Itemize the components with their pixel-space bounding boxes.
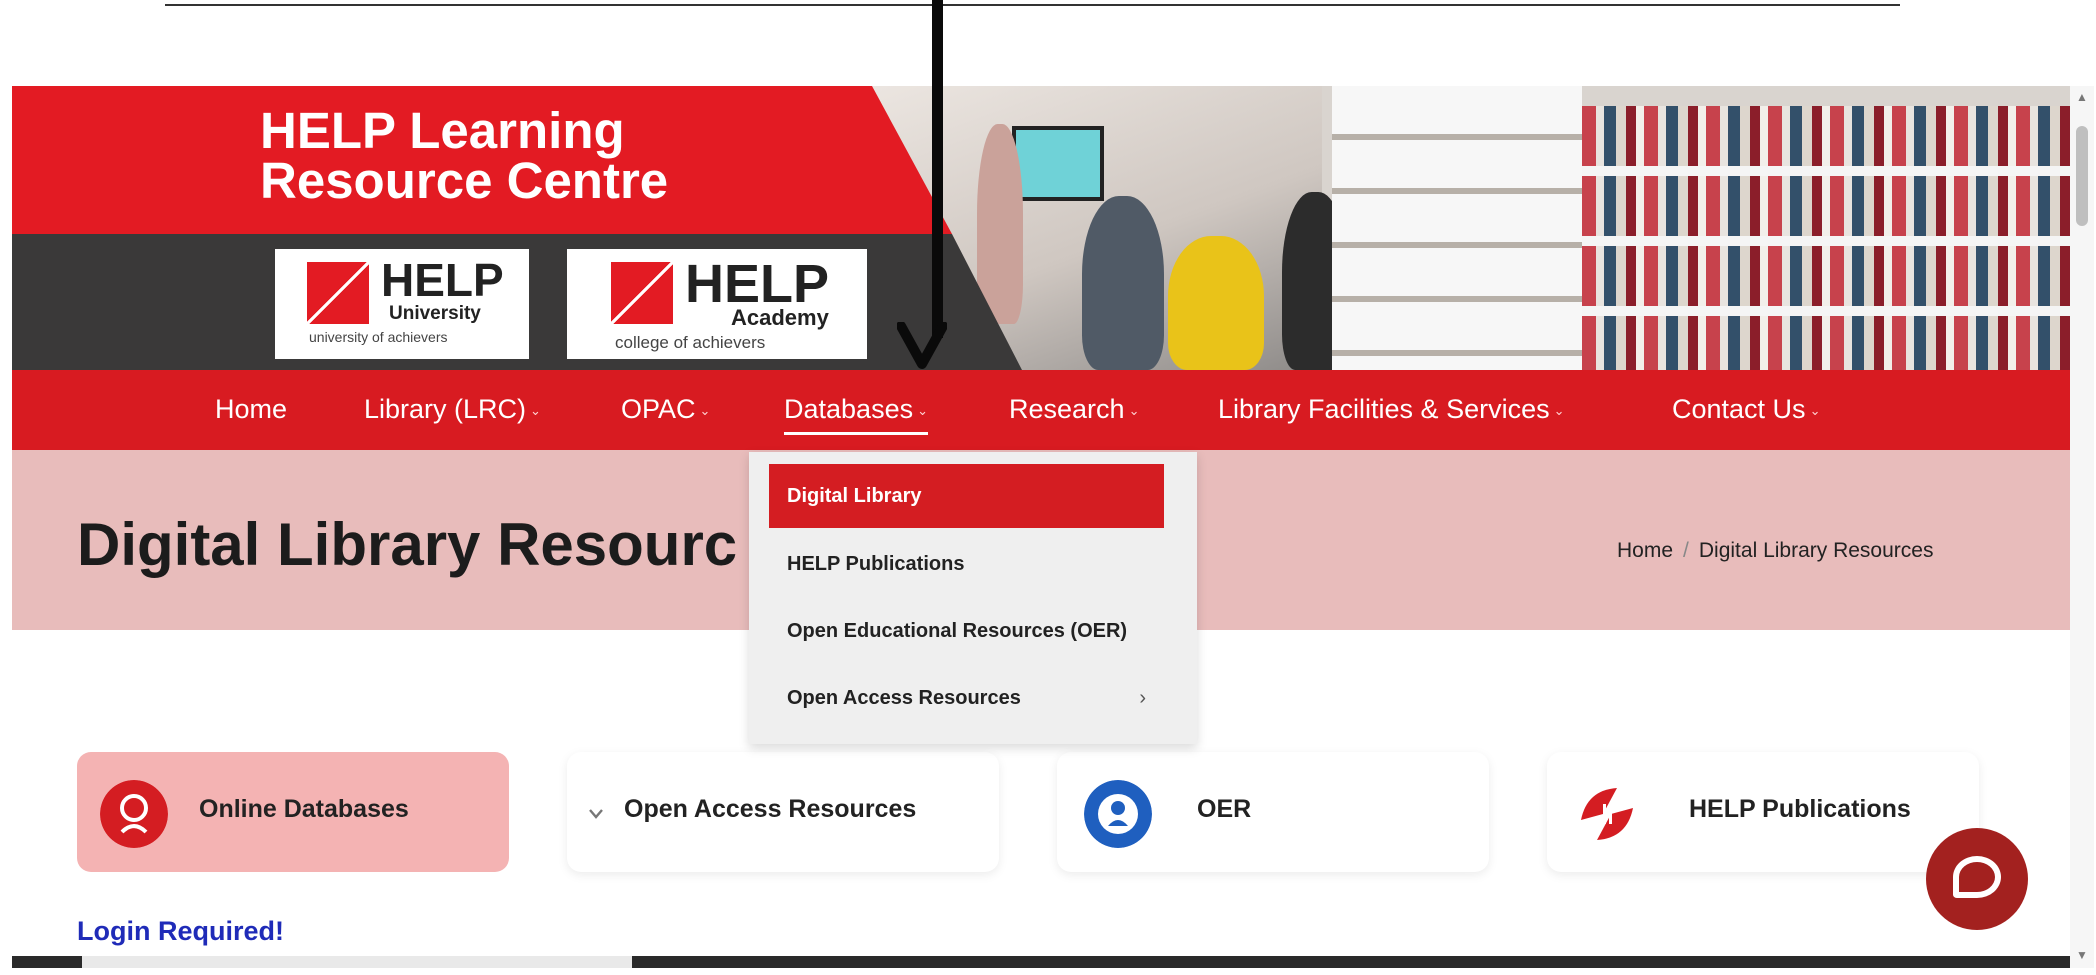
nav-opac[interactable]: OPAC ⌄ (621, 392, 710, 428)
chevron-down-icon: ⌄ (530, 402, 541, 418)
nav-research[interactable]: Research ⌄ (1009, 392, 1139, 428)
databases-dropdown-menu: Digital Library HELP Publications Open E… (749, 452, 1197, 744)
breadcrumb-home[interactable]: Home (1617, 539, 1673, 562)
annotation-arrow-icon (897, 322, 947, 369)
login-required-notice: Login Required! (77, 916, 284, 946)
screen-image (1012, 126, 1104, 201)
chevron-down-icon: ⌄ (1553, 402, 1565, 418)
site-header: HELP Learning Resource Centre HELP Unive… (12, 86, 2070, 370)
card-online-databases[interactable]: Online Databases (77, 752, 509, 872)
chat-icon (1953, 856, 2001, 898)
menu-item-help-publications[interactable]: HELP Publications (769, 532, 1164, 596)
chevron-down-icon: ⌄ (1809, 402, 1821, 418)
card-help-publications[interactable]: HELP Publications (1547, 752, 1979, 872)
nav-library-lrc[interactable]: Library (LRC) ⌄ (364, 392, 541, 428)
card-open-access-resources[interactable]: Open Access Resources (567, 752, 999, 872)
nav-home[interactable]: Home (215, 392, 287, 426)
chevron-down-icon: ⌄ (699, 402, 711, 418)
header-photo (862, 86, 2070, 370)
open-access-icon (589, 809, 603, 819)
nav-databases[interactable]: Databases ⌄ (784, 392, 928, 435)
oer-icon (1084, 780, 1152, 848)
chat-button[interactable] (1926, 828, 2028, 930)
help-logo-mark (611, 262, 673, 324)
scroll-up-icon[interactable]: ▲ (2076, 90, 2088, 104)
menu-item-digital-library[interactable]: Digital Library (769, 464, 1164, 528)
chevron-right-icon: › (1139, 687, 1146, 709)
bottom-strip-panel (82, 956, 632, 968)
help-publications-icon (1581, 788, 1633, 840)
nav-contact-us[interactable]: Contact Us ⌄ (1672, 392, 1820, 428)
breadcrumb-current: Digital Library Resources (1698, 539, 1934, 562)
browser-viewport: HELP Learning Resource Centre HELP Unive… (12, 86, 2070, 968)
main-nav: Home Library (LRC) ⌄ OPAC ⌄ Databases ⌄ Res… (12, 370, 2070, 450)
card-oer[interactable]: OER (1057, 752, 1489, 872)
scroll-down-icon[interactable]: ▼ (2076, 948, 2088, 962)
breadcrumb: Home / Digital Library Resources (1617, 539, 1933, 563)
breadcrumb-separator: / (1683, 539, 1689, 562)
page-title: Digital Library Resourc (77, 511, 738, 578)
help-university-logo[interactable]: HELP University university of achievers (275, 249, 529, 359)
help-academy-logo[interactable]: HELP Academy college of achievers (567, 249, 867, 359)
menu-item-oer[interactable]: Open Educational Resources (OER) (769, 599, 1164, 663)
chevron-down-icon: ⌄ (917, 402, 928, 418)
nav-library-facilities-services[interactable]: Library Facilities & Services ⌄ (1218, 392, 1565, 428)
banner-title: HELP Learning Resource Centre (260, 102, 669, 209)
menu-item-open-access-resources[interactable]: Open Access Resources › (769, 666, 1164, 730)
chevron-down-icon: ⌄ (1128, 402, 1140, 418)
help-logo-mark (307, 262, 369, 324)
annotation-arrow-shaft (932, 0, 943, 338)
scrollbar-thumb[interactable] (2076, 126, 2088, 226)
vertical-scrollbar[interactable]: ▲ ▼ (2070, 86, 2094, 968)
online-databases-icon (100, 780, 168, 848)
annotation-rule (165, 4, 1900, 6)
